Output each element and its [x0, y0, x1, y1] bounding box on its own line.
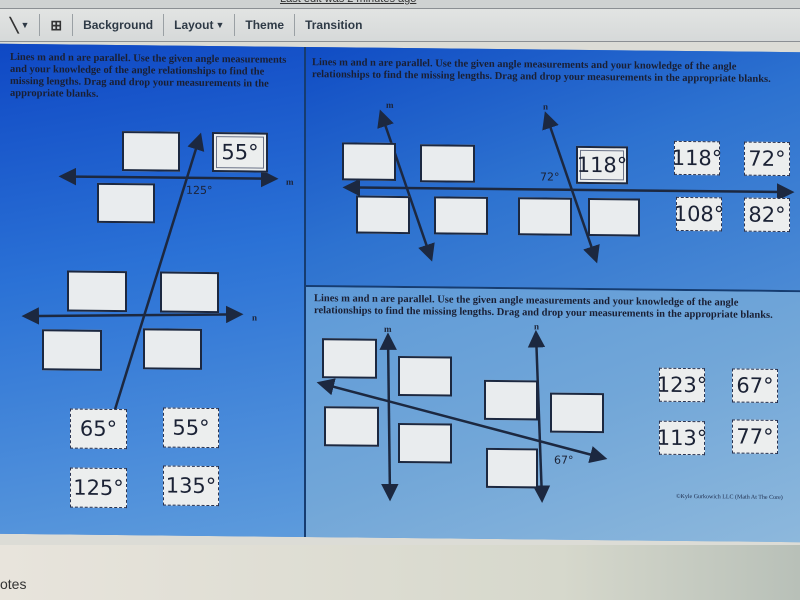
chevron-down-icon: ▼	[215, 20, 225, 30]
angle-blank[interactable]	[550, 392, 604, 434]
answer-tile[interactable]: 72°	[744, 141, 790, 177]
save-status[interactable]: Last edit was 2 minutes ago	[280, 0, 416, 5]
speaker-notes-label: otes	[0, 576, 27, 592]
line-n-label: n	[252, 312, 258, 323]
problem-1-diagram	[21, 132, 279, 449]
line-m-label: m	[286, 176, 294, 187]
line-n	[21, 305, 244, 325]
placed-angle-tile[interactable]: 55°	[212, 132, 268, 173]
speaker-notes-area[interactable]	[0, 545, 800, 600]
angle-blank[interactable]	[486, 447, 538, 489]
layout-label: Layout	[174, 18, 214, 32]
answer-tile[interactable]: 65°	[70, 408, 127, 450]
angle-blank[interactable]	[122, 131, 180, 172]
angle-blank[interactable]	[434, 196, 488, 235]
angle-blank[interactable]	[398, 422, 452, 464]
answer-tile[interactable]: 123°	[657, 367, 707, 403]
angle-blank[interactable]	[322, 338, 377, 379]
chevron-down-icon[interactable]: ▼	[20, 20, 29, 30]
line-n-label: n	[534, 321, 540, 332]
line-m	[377, 109, 435, 262]
new-comment-icon: ⊞	[50, 16, 63, 33]
line-n-label: n	[543, 101, 549, 112]
answer-tile[interactable]: 135°	[163, 465, 219, 507]
layout-button[interactable]: Layout ▼	[164, 14, 236, 36]
line-m-label: m	[386, 99, 394, 110]
pen-line-icon: ╲	[10, 16, 19, 33]
angle-blank[interactable]	[518, 197, 572, 236]
slide-canvas: Lines m and n are parallel. Use the give…	[0, 43, 800, 543]
line-m-label: m	[384, 323, 392, 334]
angle-blank[interactable]	[356, 195, 410, 235]
line-m	[58, 167, 279, 188]
angle-blank[interactable]	[160, 271, 219, 314]
angle-blank[interactable]	[398, 355, 452, 397]
new-comment-button[interactable]: ⊞	[40, 14, 74, 36]
top-strip: Last edit was 2 minutes ago	[0, 0, 800, 8]
angle-blank[interactable]	[42, 329, 102, 371]
line-n	[542, 111, 600, 264]
problem-1-panel: Lines m and n are parallel. Use the give…	[0, 43, 306, 538]
angle-blank[interactable]	[143, 328, 202, 370]
given-angle: 72°	[540, 170, 560, 184]
line-m	[379, 332, 399, 502]
angle-blank[interactable]	[342, 142, 396, 181]
answer-tile[interactable]: 113°	[657, 420, 707, 456]
line-tool-button[interactable]: ╲ ▼	[0, 14, 41, 36]
theme-button[interactable]: Theme	[235, 14, 296, 36]
background-button[interactable]: Background	[73, 14, 165, 36]
angle-blank[interactable]	[324, 406, 379, 447]
angle-blank[interactable]	[97, 182, 155, 224]
problem-2-panel: Lines m and n are parallel. Use the give…	[306, 47, 800, 293]
answer-tile[interactable]: 125°	[70, 467, 127, 509]
copyright-credit: ©Kyle Gurkowich LLC (Math At The Core)	[676, 493, 783, 502]
angle-blank[interactable]	[420, 144, 475, 183]
given-angle: 67°	[554, 453, 574, 467]
answer-tile[interactable]: 67°	[732, 368, 778, 403]
angle-blank[interactable]	[484, 379, 538, 421]
answer-tile[interactable]: 55°	[163, 407, 219, 449]
given-angle: 125°	[186, 183, 213, 198]
answer-tile[interactable]: 77°	[732, 419, 778, 454]
angle-blank[interactable]	[67, 270, 127, 313]
transition-button[interactable]: Transition	[295, 14, 372, 36]
problem-3-panel: Lines m and n are parallel. Use the give…	[306, 287, 800, 543]
angle-blank[interactable]	[588, 197, 640, 237]
placed-angle-tile[interactable]: 118°	[576, 145, 628, 185]
transversal-line	[342, 178, 795, 201]
answer-tile[interactable]: 118°	[672, 140, 722, 176]
answer-tile[interactable]: 82°	[744, 197, 790, 233]
toolbar: ╲ ▼ ⊞ Background Layout ▼ Theme Transiti…	[0, 8, 800, 42]
answer-tile[interactable]: 108°	[674, 196, 724, 232]
